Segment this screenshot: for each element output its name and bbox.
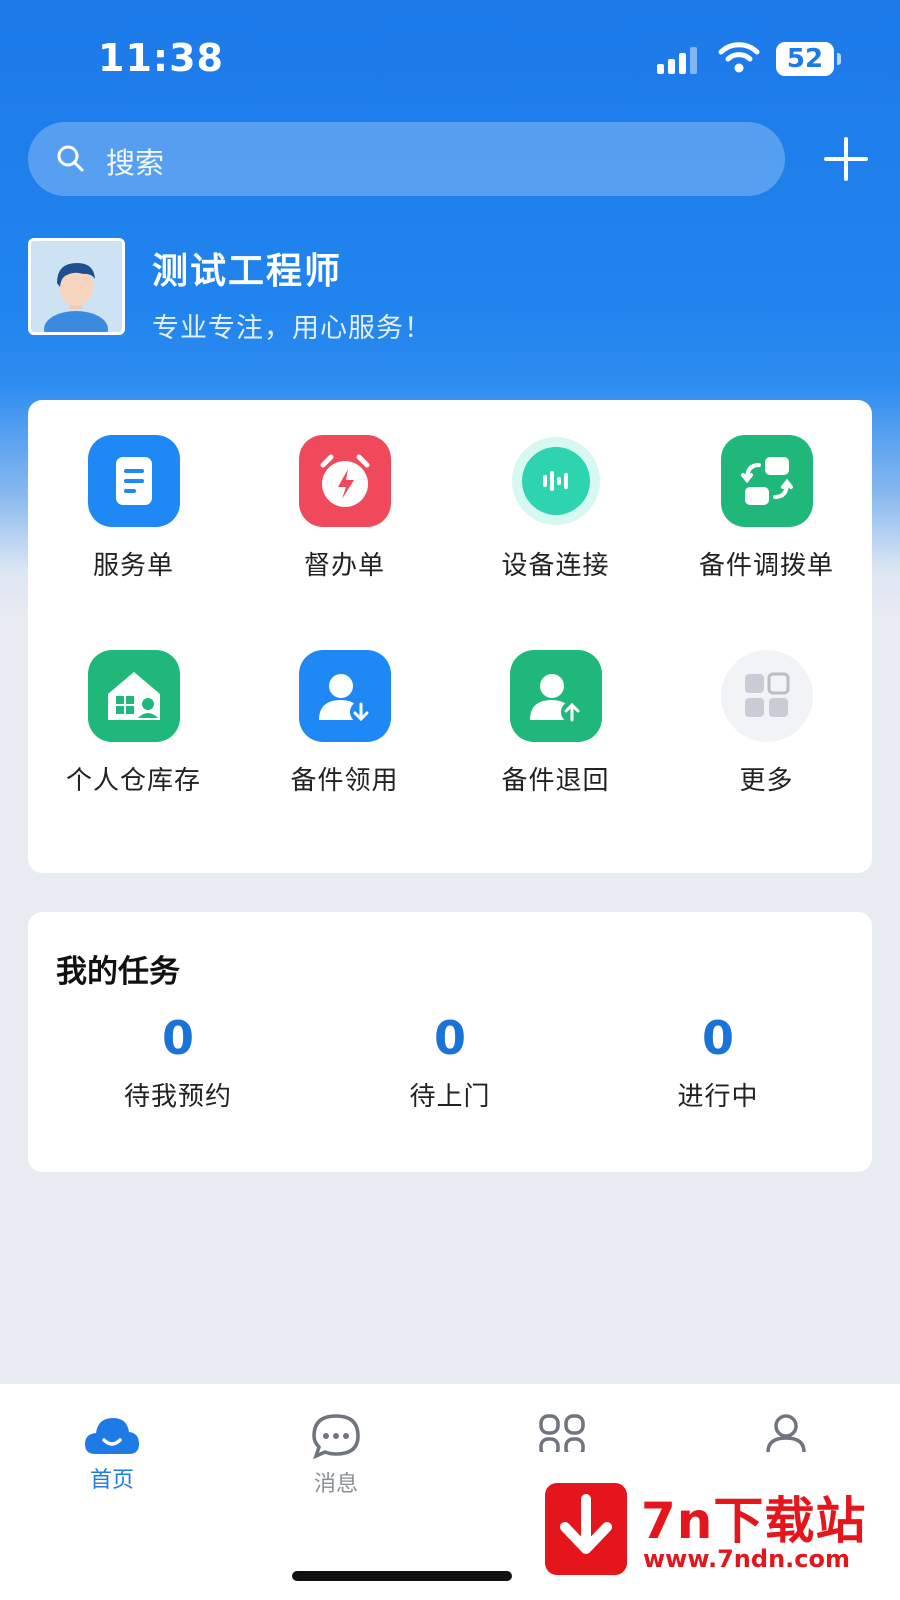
swap-icon <box>721 435 813 527</box>
user-icon <box>766 1414 806 1452</box>
grid-item-parts-return[interactable]: 备件退回 <box>450 615 661 815</box>
watermark-title: 7n下载站 <box>641 1492 867 1550</box>
task-label: 待上门 <box>409 1082 491 1112</box>
grid-label: 更多 <box>739 766 794 796</box>
grid-item-parts-transfer[interactable]: 备件调拨单 <box>661 400 872 600</box>
grid-item-personal-inventory[interactable]: 个人仓库存 <box>28 615 239 815</box>
more-grid-icon <box>721 650 813 742</box>
task-stat-pending-visit[interactable]: 0 待上门 <box>350 1008 550 1113</box>
grid-label: 备件调拨单 <box>698 551 834 581</box>
grid-item-service-order[interactable]: 服务单 <box>28 400 239 600</box>
task-stat-pending-appointment[interactable]: 0 待我预约 <box>78 1008 278 1113</box>
grid-label: 备件退回 <box>501 766 610 796</box>
task-label: 进行中 <box>677 1082 759 1112</box>
avatar[interactable] <box>28 238 125 335</box>
task-stat-in-progress[interactable]: 0 进行中 <box>618 1008 818 1113</box>
profile-slogan: 专业专注，用心服务！ <box>152 313 432 344</box>
warehouse-icon <box>88 650 180 742</box>
tab-label: 首页 <box>89 1468 134 1493</box>
search-placeholder: 搜索 <box>106 146 165 180</box>
home-indicator <box>292 1571 512 1581</box>
grid-item-more[interactable]: 更多 <box>661 615 872 815</box>
apps-icon <box>539 1414 585 1452</box>
my-tasks-title: 我的任务 <box>56 954 180 990</box>
user-download-icon <box>299 650 391 742</box>
alarm-clock-icon <box>299 435 391 527</box>
user-avatar-icon <box>31 241 122 332</box>
sound-wave-icon <box>512 437 600 525</box>
task-count: 0 <box>433 1011 466 1065</box>
battery-indicator: 52 <box>776 42 841 76</box>
grid-item-supervision-order[interactable]: 督办单 <box>239 400 450 600</box>
grid-label: 督办单 <box>303 551 385 581</box>
task-count: 0 <box>161 1011 194 1065</box>
task-count: 0 <box>701 1011 734 1065</box>
grid-item-device-connect[interactable]: 设备连接 <box>450 400 661 600</box>
watermark: 7n下载站 www.7ndn.com <box>545 1483 885 1583</box>
search-icon <box>57 145 84 172</box>
cellular-signal-icon <box>657 47 697 74</box>
grid-label: 备件领用 <box>290 766 399 796</box>
add-button[interactable] <box>822 135 870 183</box>
function-grid: 服务单 督办单 设备连接 备件调拨单 个人仓库存 备件领用 备件退回 更多 <box>28 400 872 873</box>
task-label: 待我预约 <box>123 1082 232 1112</box>
grid-label: 个人仓库存 <box>65 766 201 796</box>
document-icon <box>88 435 180 527</box>
search-input[interactable]: 搜索 <box>28 122 785 196</box>
home-cloud-icon <box>85 1418 139 1454</box>
tab-label: 消息 <box>313 1472 358 1497</box>
grid-label: 设备连接 <box>501 551 610 581</box>
user-upload-icon <box>510 650 602 742</box>
profile-name: 测试工程师 <box>152 251 343 292</box>
status-time: 11:38 <box>98 36 224 80</box>
chat-bubble-icon <box>312 1414 360 1460</box>
status-bar: 11:38 52 <box>0 0 900 110</box>
wifi-icon <box>718 42 760 73</box>
my-tasks-card: 我的任务 0 待我预约 0 待上门 0 进行中 <box>28 912 872 1172</box>
watermark-url: www.7ndn.com <box>643 1545 850 1573</box>
tab-home[interactable]: 首页 <box>52 1412 172 1512</box>
grid-item-parts-receive[interactable]: 备件领用 <box>239 615 450 815</box>
tab-messages[interactable]: 消息 <box>276 1412 396 1512</box>
grid-label: 服务单 <box>92 551 174 581</box>
download-logo-icon <box>545 1483 627 1575</box>
